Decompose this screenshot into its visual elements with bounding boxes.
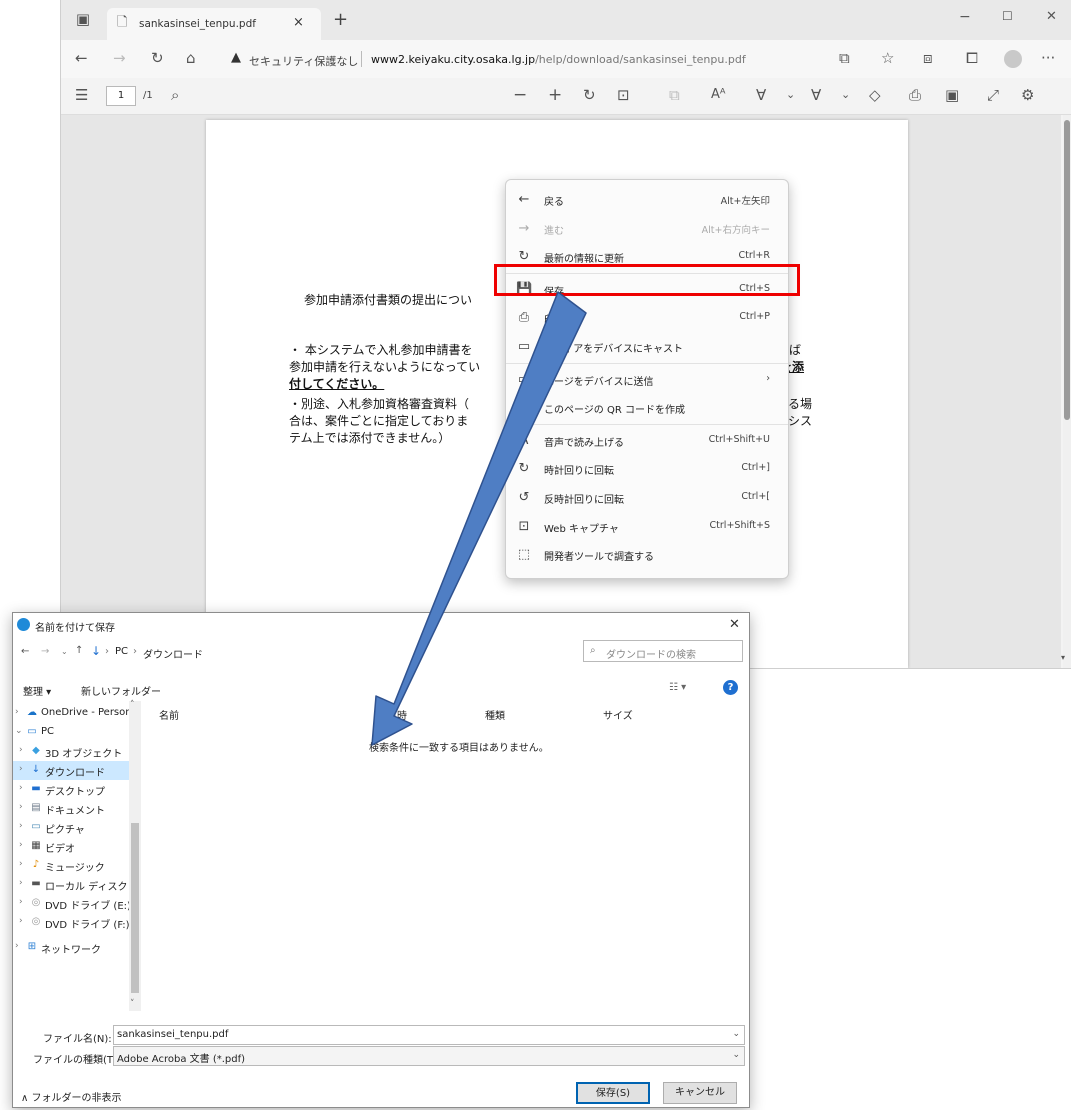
arrow-shape [371, 291, 587, 746]
annotation-arrow [371, 291, 587, 746]
